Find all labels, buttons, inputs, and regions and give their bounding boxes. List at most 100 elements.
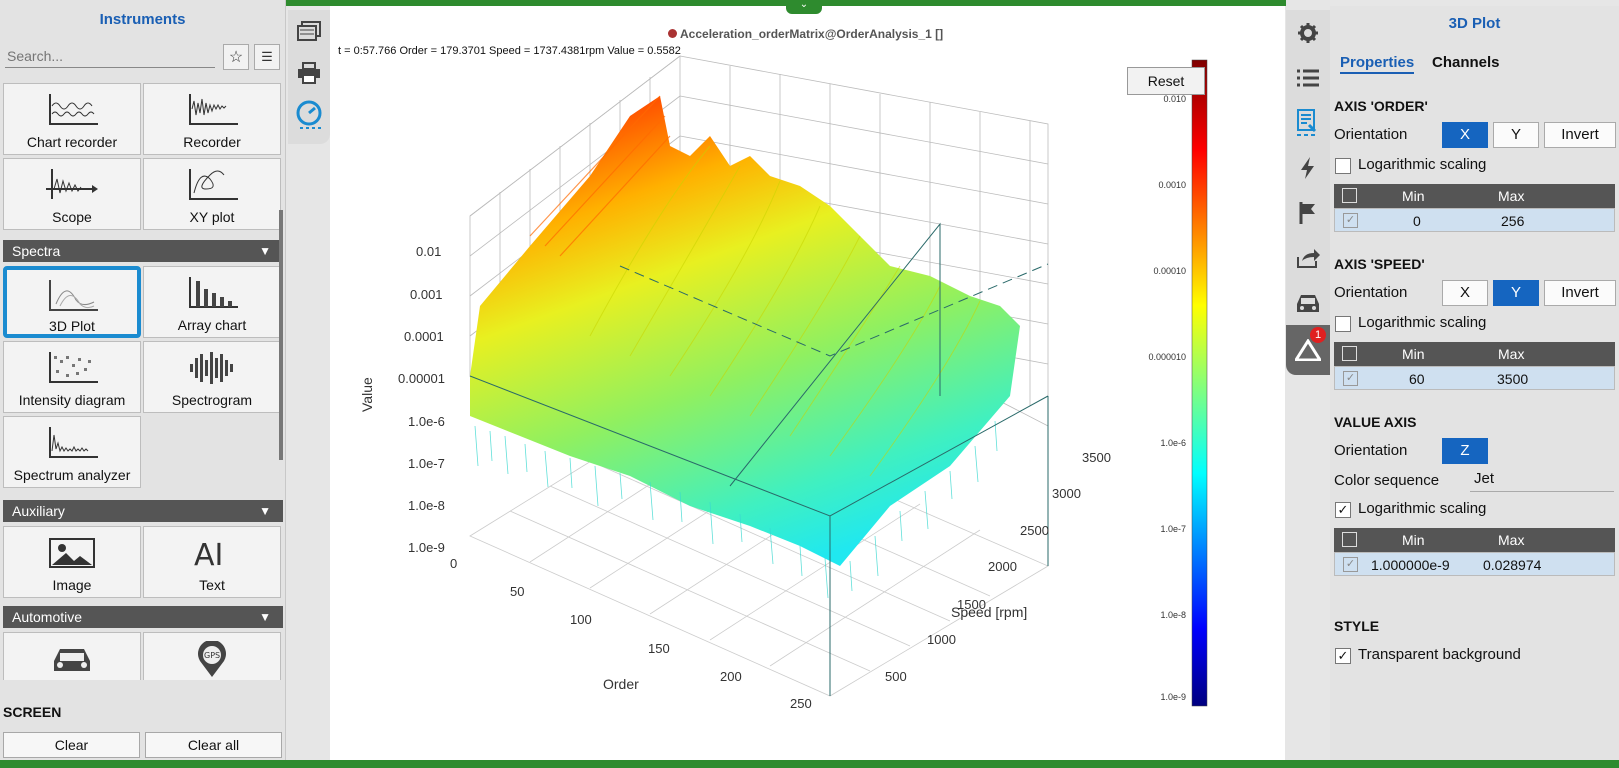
row-checkbox[interactable]: ✓	[1343, 557, 1358, 572]
y-tick-0: 500	[885, 669, 907, 684]
max-header: Max	[1498, 188, 1525, 204]
y-tick-1: 1000	[927, 632, 956, 647]
svg-text:GPS: GPS	[204, 651, 220, 660]
speed-log-checkbox[interactable]	[1335, 316, 1351, 332]
tile-gps[interactable]: GPS	[143, 632, 281, 680]
tile-car[interactable]	[3, 632, 141, 680]
order-orientation-x-button[interactable]: X	[1442, 122, 1488, 148]
toolbar-gauge-button[interactable]	[288, 94, 330, 136]
properties-panel: 3D Plot Properties Channels AXIS 'ORDER'…	[1330, 6, 1619, 762]
colorbar-tick-3: 0.000010	[1148, 352, 1186, 362]
x-tick-0: 0	[450, 556, 457, 571]
value-orientation-z-button[interactable]: Z	[1442, 438, 1488, 464]
row-checkbox[interactable]: ✓	[1343, 371, 1358, 386]
z-tick-2: 0.0001	[404, 329, 444, 344]
toolbar-markers-button[interactable]	[1286, 190, 1330, 235]
tile-label: Spectrum analyzer	[13, 467, 131, 483]
instruments-panel: Instruments ☆ ☰ Chart recorder Recorder …	[0, 0, 286, 762]
table-row: ✓ 0 256	[1334, 208, 1615, 232]
tile-array-chart[interactable]: Array chart	[143, 266, 281, 338]
toolbar-list-button[interactable]	[1286, 55, 1330, 100]
speed-invert-button[interactable]: Invert	[1544, 280, 1616, 306]
table-header: Min Max	[1334, 528, 1615, 552]
tile-text[interactable]: AI Text	[143, 526, 281, 598]
y-axis-label: Speed [rpm]	[951, 604, 1027, 620]
tile-xy-plot[interactable]: XY plot	[143, 158, 281, 230]
tile-scope[interactable]: Scope	[3, 158, 141, 230]
order-log-label: Logarithmic scaling	[1358, 156, 1487, 173]
tile-3d-plot[interactable]: 3D Plot	[3, 266, 141, 338]
category-automotive[interactable]: Automotive ▼	[3, 606, 283, 628]
value-min-value[interactable]: 1.000000e-9	[1371, 557, 1450, 573]
colorbar-tick-5: 1.0e-7	[1160, 524, 1186, 534]
tile-spectrogram[interactable]: Spectrogram	[143, 341, 281, 413]
toolbar-settings-button[interactable]	[1286, 10, 1330, 55]
tile-image[interactable]: Image	[3, 526, 141, 598]
search-input[interactable]	[5, 44, 215, 68]
speed-orientation-y-button[interactable]: Y	[1493, 280, 1539, 306]
colorbar-tick-0: 0.010	[1163, 94, 1186, 104]
toolbar-print-button[interactable]	[288, 52, 330, 94]
tab-channels[interactable]: Channels	[1432, 54, 1500, 71]
toolbar-export-button[interactable]	[1286, 235, 1330, 280]
toolbar-alerts-button[interactable]: 1	[1286, 325, 1330, 375]
min-header: Min	[1402, 346, 1425, 362]
sort-list-icon[interactable]: ☰	[254, 44, 280, 70]
transparent-bg-checkbox[interactable]: ✓	[1335, 648, 1351, 664]
select-all-checkbox[interactable]	[1342, 532, 1357, 547]
order-orientation-y-button[interactable]: Y	[1493, 122, 1539, 148]
chevron-down-icon: ▼	[259, 244, 271, 258]
speed-max-value[interactable]: 3500	[1497, 371, 1528, 387]
left-vertical-toolbar	[288, 10, 330, 144]
toolbar-automotive-button[interactable]	[1286, 280, 1330, 325]
3d-surface-plot[interactable]: 0.01 0.001 0.0001 0.00001 1.0e-6 1.0e-7 …	[330, 6, 1285, 756]
tile-spectrum-analyzer[interactable]: Spectrum analyzer	[3, 416, 141, 488]
table-header: Min Max	[1334, 184, 1615, 208]
color-sequence-select[interactable]: Jet	[1470, 468, 1614, 492]
max-header: Max	[1498, 346, 1525, 362]
speed-min-value[interactable]: 60	[1409, 371, 1425, 387]
car-icon	[54, 649, 90, 671]
clear-all-button[interactable]: Clear all	[145, 732, 282, 758]
z-tick-6: 1.0e-8	[408, 498, 445, 513]
xy-plot-icon	[189, 169, 238, 200]
reset-button[interactable]: Reset	[1127, 67, 1205, 95]
category-auxiliary[interactable]: Auxiliary ▼	[3, 500, 283, 522]
order-log-checkbox[interactable]	[1335, 158, 1351, 174]
tab-properties[interactable]: Properties	[1340, 54, 1415, 74]
right-vertical-toolbar: 1	[1286, 10, 1330, 375]
favorite-star-icon[interactable]: ☆	[223, 44, 249, 70]
image-icon	[49, 538, 95, 568]
tile-label: 3D Plot	[49, 318, 95, 334]
z-tick-5: 1.0e-7	[408, 456, 445, 471]
toolbar-events-button[interactable]	[1286, 145, 1330, 190]
tile-chart-recorder[interactable]: Chart recorder	[3, 83, 141, 155]
z-tick-0: 0.01	[416, 244, 441, 259]
toolbar-properties-button[interactable]	[1286, 100, 1330, 145]
category-spectra[interactable]: Spectra ▼	[3, 240, 283, 262]
app-window: Instruments ☆ ☰ Chart recorder Recorder …	[0, 0, 1619, 768]
value-max-value[interactable]: 0.028974	[1483, 557, 1541, 573]
order-max-value[interactable]: 256	[1501, 213, 1524, 229]
table-row: ✓ 60 3500	[1334, 366, 1615, 390]
clear-button[interactable]: Clear	[3, 732, 140, 758]
tile-grid-top: Chart recorder Recorder Scope XY plot	[3, 83, 285, 233]
tile-recorder[interactable]: Recorder	[143, 83, 281, 155]
y-tick-4: 2500	[1020, 523, 1049, 538]
category-label: Automotive	[12, 609, 83, 625]
order-invert-button[interactable]: Invert	[1544, 122, 1616, 148]
axis-speed-heading: AXIS 'SPEED'	[1334, 256, 1425, 272]
tile-intensity-diagram[interactable]: Intensity diagram	[3, 341, 141, 413]
value-log-checkbox[interactable]: ✓	[1335, 502, 1351, 518]
order-min-value[interactable]: 0	[1413, 213, 1421, 229]
x-tick-2: 100	[570, 612, 592, 627]
select-all-checkbox[interactable]	[1342, 188, 1357, 203]
speed-orientation-x-button[interactable]: X	[1442, 280, 1488, 306]
tile-label: Spectrogram	[171, 392, 253, 408]
scrollbar[interactable]	[279, 210, 283, 460]
intensity-diagram-icon	[49, 352, 98, 383]
array-chart-icon	[189, 277, 238, 308]
select-all-checkbox[interactable]	[1342, 346, 1357, 361]
toolbar-windows-button[interactable]	[288, 10, 330, 52]
row-checkbox[interactable]: ✓	[1343, 213, 1358, 228]
